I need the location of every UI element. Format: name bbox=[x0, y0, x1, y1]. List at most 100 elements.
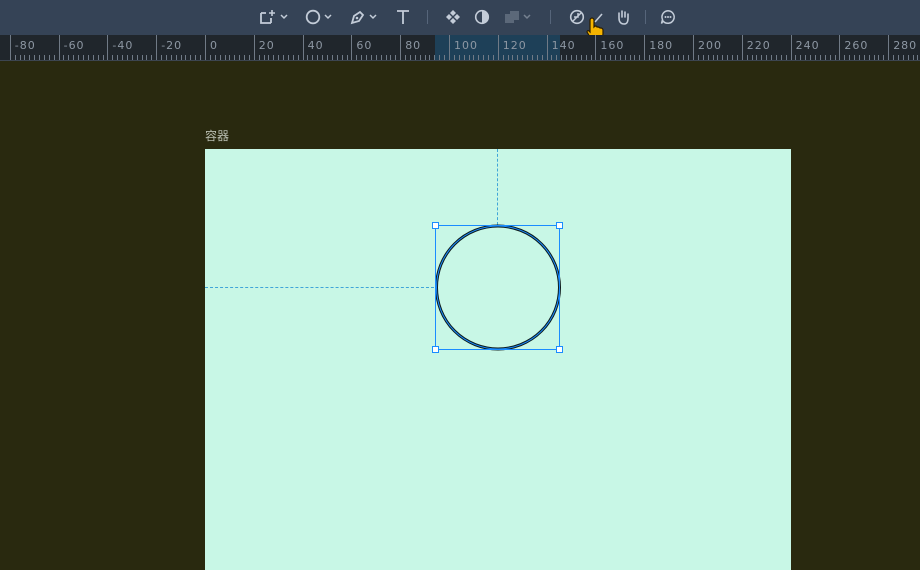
hand-tool-button[interactable] bbox=[615, 8, 631, 26]
ruler-minor-tick bbox=[190, 55, 192, 60]
ruler-label: 120 bbox=[502, 39, 527, 52]
ruler-major-tick bbox=[400, 35, 402, 60]
ruler-minor-tick bbox=[161, 55, 163, 60]
ruler-minor-tick bbox=[854, 55, 856, 60]
ruler-major-tick bbox=[839, 35, 841, 60]
ruler-minor-tick bbox=[385, 55, 387, 60]
ruler-minor-tick bbox=[883, 55, 885, 60]
ruler-minor-tick bbox=[751, 55, 753, 60]
slice-tool-button[interactable] bbox=[569, 8, 585, 26]
frame-label[interactable]: 容器 bbox=[205, 127, 229, 144]
component-tool-button[interactable] bbox=[445, 8, 461, 26]
ruler-minor-tick bbox=[322, 55, 324, 60]
component-diamond-icon bbox=[446, 10, 460, 24]
ruler-major-tick bbox=[253, 35, 255, 60]
ruler-minor-tick bbox=[117, 55, 119, 60]
chevron-down-icon bbox=[324, 14, 332, 20]
ruler-minor-tick bbox=[575, 55, 577, 60]
ruler-minor-tick bbox=[346, 55, 348, 60]
ruler-minor-tick bbox=[614, 55, 616, 60]
frame-tool-button[interactable] bbox=[259, 8, 288, 26]
ruler-minor-tick bbox=[488, 55, 490, 60]
ruler-label: 160 bbox=[600, 39, 625, 52]
ruler-minor-tick bbox=[258, 55, 260, 60]
horizontal-guide-line bbox=[205, 287, 434, 288]
ruler-minor-tick bbox=[746, 55, 748, 60]
ruler-major-tick bbox=[888, 35, 890, 60]
ruler-minor-tick bbox=[756, 55, 758, 60]
toolbar-divider bbox=[550, 10, 551, 24]
ruler-minor-tick bbox=[273, 55, 275, 60]
chevron-down-icon bbox=[280, 14, 288, 20]
boolean-squares-icon bbox=[505, 11, 519, 23]
ruler-major-tick bbox=[156, 35, 158, 60]
artboard-frame[interactable] bbox=[205, 149, 791, 570]
ruler-minor-tick bbox=[278, 55, 280, 60]
ruler-minor-tick bbox=[136, 55, 138, 60]
resize-handle-bottom-right[interactable] bbox=[556, 346, 563, 353]
resize-handle-top-left[interactable] bbox=[432, 222, 439, 229]
ruler-minor-tick bbox=[663, 55, 665, 60]
pen-tool-button[interactable] bbox=[350, 8, 377, 26]
ruler-minor-tick bbox=[522, 55, 524, 60]
ruler-minor-tick bbox=[678, 55, 680, 60]
comment-icon bbox=[660, 9, 675, 25]
ruler-minor-tick bbox=[536, 55, 538, 60]
ruler-minor-tick bbox=[473, 55, 475, 60]
ruler-minor-tick bbox=[775, 55, 777, 60]
ruler-minor-tick bbox=[761, 55, 763, 60]
resize-handle-top-right[interactable] bbox=[556, 222, 563, 229]
ruler-label: -40 bbox=[112, 39, 134, 52]
ruler-minor-tick bbox=[429, 55, 431, 60]
ruler-minor-tick bbox=[141, 55, 143, 60]
ruler-minor-tick bbox=[492, 55, 494, 60]
ruler-minor-tick bbox=[912, 55, 914, 60]
ruler-minor-tick bbox=[639, 55, 641, 60]
mask-tool-button[interactable] bbox=[474, 8, 490, 26]
ruler-minor-tick bbox=[527, 55, 529, 60]
ruler-minor-tick bbox=[624, 55, 626, 60]
ruler-minor-tick bbox=[444, 55, 446, 60]
horizontal-ruler[interactable]: -80 -60 -40 -20 0 20 40 60 80 100 120 140 160 180 200 2… bbox=[0, 35, 920, 61]
ruler-minor-tick bbox=[87, 55, 89, 60]
ruler-minor-tick bbox=[92, 55, 94, 60]
ruler-minor-tick bbox=[458, 55, 460, 60]
ruler-minor-tick bbox=[331, 55, 333, 60]
ruler-minor-tick bbox=[566, 55, 568, 60]
comment-tool-button[interactable] bbox=[660, 8, 676, 26]
ruler-label: -20 bbox=[161, 39, 183, 52]
resize-handle-bottom-left[interactable] bbox=[432, 346, 439, 353]
ruler-minor-tick bbox=[283, 55, 285, 60]
ruler-label: -80 bbox=[14, 39, 36, 52]
text-tool-button[interactable] bbox=[396, 8, 410, 26]
ruler-minor-tick bbox=[844, 55, 846, 60]
ruler-major-tick bbox=[644, 35, 646, 60]
ruler-minor-tick bbox=[63, 55, 65, 60]
ruler-label: 0 bbox=[210, 39, 218, 52]
ruler-label: 220 bbox=[746, 39, 771, 52]
ruler-minor-tick bbox=[722, 55, 724, 60]
ruler-major-tick bbox=[790, 35, 792, 60]
ruler-minor-tick bbox=[341, 55, 343, 60]
ruler-minor-tick bbox=[268, 55, 270, 60]
boolean-tool-button[interactable] bbox=[504, 8, 531, 26]
ruler-minor-tick bbox=[14, 55, 16, 60]
ruler-minor-tick bbox=[39, 55, 41, 60]
ruler-minor-tick bbox=[78, 55, 80, 60]
ruler-minor-tick bbox=[327, 55, 328, 60]
ruler-minor-tick bbox=[556, 55, 558, 60]
ruler-minor-tick bbox=[175, 55, 177, 60]
circle-icon bbox=[305, 9, 321, 25]
ruler-minor-tick bbox=[366, 55, 368, 60]
ruler-minor-tick bbox=[653, 55, 655, 60]
ruler-minor-tick bbox=[897, 55, 899, 60]
ruler-minor-tick bbox=[405, 55, 407, 60]
ruler-minor-tick bbox=[380, 55, 382, 60]
ruler-minor-tick bbox=[863, 55, 865, 60]
ruler-minor-tick bbox=[771, 55, 773, 60]
ruler-minor-tick bbox=[673, 55, 675, 60]
ruler-minor-tick bbox=[83, 55, 84, 60]
toolbar bbox=[0, 0, 920, 40]
ruler-minor-tick bbox=[800, 55, 802, 60]
ellipse-tool-button[interactable] bbox=[305, 8, 332, 26]
